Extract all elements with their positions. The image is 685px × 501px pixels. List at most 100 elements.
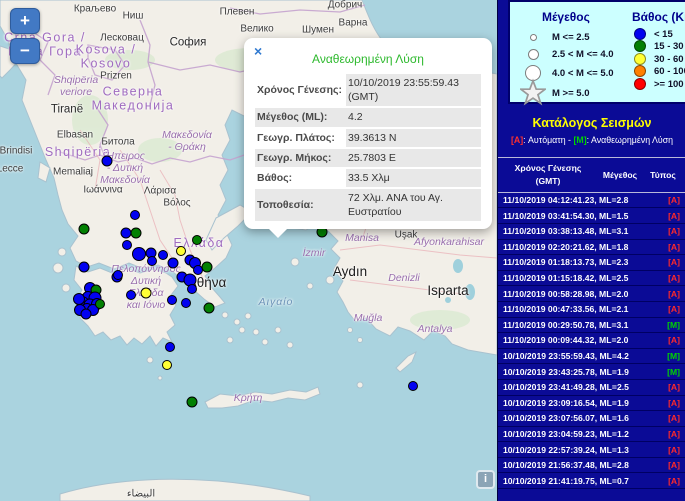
catalog-event-row[interactable]: 11/10/2019 04:12:41.23, ML=2.8[A] bbox=[498, 193, 685, 209]
catalog-event-row[interactable]: 11/10/2019 01:15:18.42, ML=2.5[A] bbox=[498, 271, 685, 287]
earthquake-marker[interactable] bbox=[81, 309, 92, 320]
earthquake-marker[interactable] bbox=[202, 262, 213, 273]
earthquake-marker[interactable] bbox=[162, 360, 172, 370]
event-type-badge: [A] bbox=[668, 257, 680, 267]
event-type-badge: [A] bbox=[668, 398, 680, 408]
map-label: Memaliaj bbox=[53, 166, 93, 178]
map-label: Elbasan bbox=[57, 129, 93, 141]
earthquake-marker[interactable] bbox=[158, 250, 168, 260]
map-label: Antalya bbox=[417, 323, 452, 335]
earthquake-catalog: Κατάλογος Σεισμών [A]: Αυτόματη - [M]: Α… bbox=[498, 104, 685, 501]
catalog-event-row[interactable]: 10/10/2019 23:09:16.54, ML=1.9[A] bbox=[498, 396, 685, 412]
depth-legend-label: >= 100 bbox=[654, 79, 684, 90]
earthquake-marker[interactable] bbox=[204, 303, 215, 314]
catalog-event-row[interactable]: 11/10/2019 03:38:13.48, ML=3.1[A] bbox=[498, 224, 685, 240]
earthquake-marker[interactable] bbox=[192, 235, 202, 245]
map-zoom-controls: + − bbox=[10, 8, 40, 68]
catalog-event-row[interactable]: 11/10/2019 00:29:50.78, ML=3.1[M] bbox=[498, 318, 685, 334]
earthquake-marker[interactable] bbox=[126, 290, 136, 300]
catalog-event-row[interactable]: 10/10/2019 21:41:19.75, ML=0.7[A] bbox=[498, 473, 685, 489]
magnitude-circle-icon bbox=[520, 49, 546, 60]
earthquake-marker[interactable] bbox=[187, 397, 198, 408]
depth-circle-icon bbox=[632, 40, 648, 52]
catalog-event-row[interactable]: 10/10/2019 22:57:39.24, ML=1.3[A] bbox=[498, 442, 685, 458]
catalog-title: Κατάλογος Σεισμών bbox=[498, 116, 685, 130]
earthquake-marker[interactable] bbox=[168, 258, 179, 269]
earthquake-marker[interactable] bbox=[147, 256, 157, 266]
earthquake-marker[interactable] bbox=[167, 295, 177, 305]
depth-legend-label: < 15 bbox=[654, 29, 673, 40]
map-label: Isparta bbox=[427, 283, 468, 299]
earthquake-marker[interactable] bbox=[408, 381, 418, 391]
earthquake-marker[interactable] bbox=[122, 240, 132, 250]
catalog-event-row[interactable]: 11/10/2019 00:47:33.56, ML=2.1[A] bbox=[498, 302, 685, 318]
magnitude-legend-item: M <= 2.5 bbox=[520, 28, 590, 46]
catalog-event-row[interactable]: 11/10/2019 00:09:44.32, ML=2.0[A] bbox=[498, 333, 685, 349]
catalog-event-row[interactable]: 11/10/2019 00:58:28.98, ML=2.0[A] bbox=[498, 286, 685, 302]
map-label: Βόλος bbox=[163, 197, 190, 209]
earthquake-marker[interactable] bbox=[113, 270, 123, 280]
depth-legend-item: 15 - 30 bbox=[632, 39, 684, 53]
earthquake-marker[interactable] bbox=[130, 210, 140, 220]
depth-circle-icon bbox=[632, 65, 648, 77]
earthquake-marker[interactable] bbox=[176, 246, 186, 256]
event-type-badge: [A] bbox=[668, 242, 680, 252]
event-text: 10/10/2019 23:41:49.28, ML=2.5 bbox=[503, 382, 629, 392]
earthquake-marker[interactable] bbox=[131, 228, 142, 239]
depth-legend-item: >= 100 bbox=[632, 77, 684, 91]
seismic-monitor-window: КраљевоНишЛесковацПлевенДобричВарнаВелик… bbox=[0, 0, 685, 501]
map-label: البيضاء bbox=[127, 488, 155, 500]
catalog-event-row[interactable]: 10/10/2019 23:55:59.43, ML=4.2[M] bbox=[498, 349, 685, 365]
catalog-event-row[interactable]: 10/10/2019 23:43:25.78, ML=1.9[M] bbox=[498, 364, 685, 380]
catalog-event-row[interactable]: 11/10/2019 01:18:13.73, ML=2.3[A] bbox=[498, 255, 685, 271]
legend-box: Μέγεθος Βάθος (Km) M <= 2.52.5 < M <= 4.… bbox=[508, 0, 685, 104]
map-label: Плевен bbox=[220, 6, 255, 18]
map-label: Aydın bbox=[333, 264, 367, 280]
earthquake-marker[interactable] bbox=[181, 298, 191, 308]
zoom-in-button[interactable]: + bbox=[10, 8, 40, 34]
event-type-badge: [M] bbox=[667, 320, 680, 330]
magnitude-legend-item: 2.5 < M <= 4.0 bbox=[520, 45, 614, 63]
map-label: Добрич bbox=[328, 0, 363, 11]
catalog-event-row[interactable]: 10/10/2019 23:41:49.28, ML=2.5[A] bbox=[498, 380, 685, 396]
earthquake-marker[interactable] bbox=[141, 288, 152, 299]
earthquake-marker[interactable] bbox=[132, 247, 146, 261]
map-label: Muğla bbox=[354, 312, 383, 324]
earthquake-marker[interactable] bbox=[73, 293, 85, 305]
catalog-event-row[interactable]: 10/10/2019 21:56:37.48, ML=2.8[A] bbox=[498, 458, 685, 474]
event-type-badge: [M] bbox=[667, 351, 680, 361]
depth-legend-label: 60 - 100 bbox=[654, 66, 685, 77]
map-label: Шумен bbox=[302, 24, 334, 36]
magnitude-circle-icon bbox=[520, 34, 546, 41]
map-canvas[interactable]: КраљевоНишЛесковацПлевенДобричВарнаВелик… bbox=[0, 0, 497, 501]
event-type-badge: [A] bbox=[668, 226, 680, 236]
popup-close-icon[interactable]: × bbox=[254, 44, 262, 58]
map-label: Варна bbox=[339, 17, 368, 29]
map-label: Μακεδονία- Θράκη bbox=[162, 129, 212, 153]
catalog-event-row[interactable]: 11/10/2019 03:41:54.30, ML=1.5[A] bbox=[498, 208, 685, 224]
catalog-event-row[interactable]: 10/10/2019 23:04:59.23, ML=1.2[A] bbox=[498, 427, 685, 443]
earthquake-marker[interactable] bbox=[79, 224, 90, 235]
map-label: Αιγαίο bbox=[259, 296, 294, 308]
attribution-button[interactable]: i bbox=[476, 470, 495, 489]
event-text: 11/10/2019 02:20:21.62, ML=1.8 bbox=[503, 242, 628, 252]
auto-tag: [A] bbox=[511, 135, 523, 145]
map-label: Afyonkarahisar bbox=[414, 236, 484, 248]
event-text: 10/10/2019 21:41:19.75, ML=0.7 bbox=[503, 476, 629, 486]
popup-field-value: 72 Χλμ. ΑΝΑ του Αγ. Ευστρατίου bbox=[346, 188, 481, 221]
catalog-event-row[interactable]: 11/10/2019 02:20:21.62, ML=1.8 [A] bbox=[498, 240, 685, 256]
earthquake-marker[interactable] bbox=[102, 156, 113, 167]
event-type-badge: [A] bbox=[668, 289, 680, 299]
earthquake-marker[interactable] bbox=[79, 262, 90, 273]
earthquake-marker[interactable] bbox=[95, 299, 105, 309]
popup-field-value: 25.7803 E bbox=[346, 148, 481, 168]
magnitude-legend-label: M <= 2.5 bbox=[552, 32, 590, 43]
earthquake-marker[interactable] bbox=[165, 342, 175, 352]
side-panel: Μέγεθος Βάθος (Km) M <= 2.52.5 < M <= 4.… bbox=[497, 0, 685, 501]
column-type: Τύπος bbox=[644, 170, 682, 180]
zoom-out-button[interactable]: − bbox=[10, 38, 40, 64]
catalog-rows: 11/10/2019 04:12:41.23, ML=2.8[A]11/10/2… bbox=[498, 192, 685, 489]
popup-tail bbox=[268, 228, 288, 238]
earthquake-marker[interactable] bbox=[187, 284, 197, 294]
catalog-event-row[interactable]: 10/10/2019 23:07:56.07, ML=1.6[A] bbox=[498, 411, 685, 427]
